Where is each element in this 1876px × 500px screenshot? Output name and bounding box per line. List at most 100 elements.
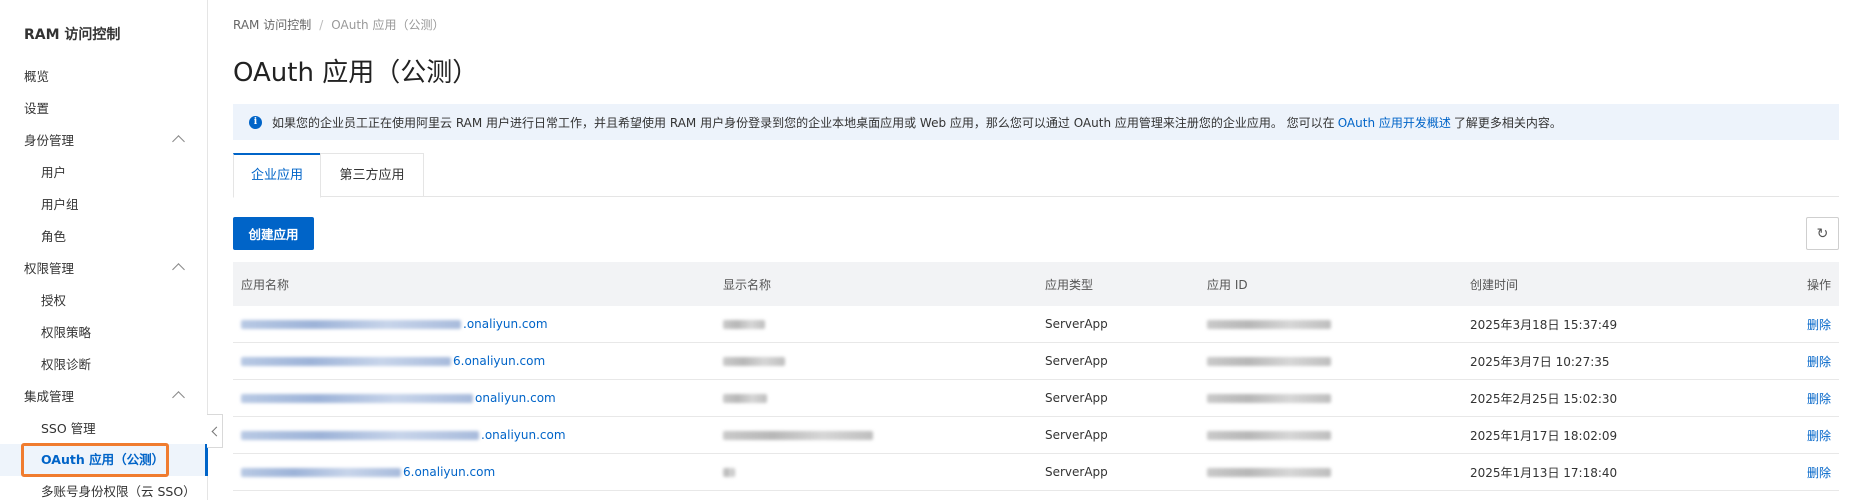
sidebar-group-identity[interactable]: 身份管理 (0, 125, 207, 157)
app-id (1207, 454, 1333, 490)
app-name-suffix: 6.onaliyun.com (403, 465, 496, 479)
chevron-up-icon (172, 135, 185, 148)
sidebar-item-sso[interactable]: SSO 管理 (0, 413, 207, 445)
redacted-text (241, 356, 451, 366)
sidebar-item-diagnosis[interactable]: 权限诊断 (0, 349, 207, 381)
chevron-up-icon (172, 263, 185, 276)
app-type: ServerApp (1045, 391, 1108, 405)
sidebar-item-policies[interactable]: 权限策略 (0, 317, 207, 349)
app-name-link[interactable]: .onaliyun.com (241, 306, 548, 342)
sidebar-group-permissions[interactable]: 权限管理 (0, 253, 207, 285)
table-row: .onaliyun.com ServerApp 2025年1月17日 18:02… (233, 417, 1839, 454)
sidebar-collapse-button[interactable] (207, 414, 223, 448)
app-name-link[interactable]: .onaliyun.com (241, 417, 566, 453)
sidebar-item-user-groups[interactable]: 用户组 (0, 189, 207, 221)
delete-link[interactable]: 删除 (1807, 343, 1831, 379)
display-name (723, 380, 769, 416)
tab-third-party-apps[interactable]: 第三方应用 (320, 153, 424, 197)
display-name (723, 306, 767, 342)
notice-doc-link[interactable]: OAuth 应用开发概述 (1338, 114, 1451, 131)
app-id (1207, 306, 1333, 342)
column-header-display-name: 显示名称 (723, 277, 772, 292)
sidebar-item-label: 概览 (24, 69, 50, 84)
app-type: ServerApp (1045, 428, 1108, 442)
sidebar-item-label: 权限诊断 (41, 357, 92, 372)
apps-table: 应用名称 显示名称 应用类型 应用 ID 创建时间 操作 .onaliyun.c… (233, 262, 1839, 491)
created-time: 2025年3月18日 15:37:49 (1470, 317, 1618, 332)
display-name (723, 454, 737, 490)
app-id (1207, 417, 1333, 453)
sidebar-item-label: 身份管理 (24, 133, 75, 148)
tab-bar: 企业应用 第三方应用 (233, 153, 1839, 198)
column-header-created-time: 创建时间 (1470, 277, 1519, 292)
sidebar-item-label: 权限策略 (41, 325, 92, 340)
redacted-text (1207, 430, 1331, 440)
created-time: 2025年1月17日 18:02:09 (1470, 428, 1618, 443)
table-header: 应用名称 显示名称 应用类型 应用 ID 创建时间 操作 (233, 262, 1839, 306)
redacted-text (241, 393, 473, 403)
create-app-button[interactable]: 创建应用 (233, 217, 314, 250)
sidebar-item-label: SSO 管理 (41, 421, 96, 436)
sidebar-item-users[interactable]: 用户 (0, 157, 207, 189)
redacted-text (1207, 356, 1331, 366)
redacted-text (723, 467, 735, 477)
sidebar-item-roles[interactable]: 角色 (0, 221, 207, 253)
sidebar-item-label: 权限管理 (24, 261, 75, 276)
display-name (723, 417, 875, 453)
delete-link[interactable]: 删除 (1807, 454, 1831, 490)
refresh-button[interactable]: ↻ (1806, 217, 1839, 250)
chevron-left-icon (211, 426, 222, 436)
sidebar-item-label: 角色 (41, 229, 67, 244)
sidebar-item-cloud-sso[interactable]: 多账号身份权限（云 SSO） (0, 476, 207, 500)
redacted-text (1207, 319, 1331, 329)
sidebar-item-settings[interactable]: 设置 (0, 93, 207, 125)
redacted-text (1207, 393, 1331, 403)
delete-link[interactable]: 删除 (1807, 417, 1831, 453)
notice-text: 如果您的企业员工正在使用阿里云 RAM 用户进行日常工作，并且希望使用 RAM … (272, 115, 1335, 130)
column-header-app-id: 应用 ID (1207, 277, 1248, 292)
app-name-suffix: onaliyun.com (475, 391, 556, 405)
sidebar-item-label: 多账号身份权限（云 SSO） (41, 484, 196, 499)
sidebar-group-integration[interactable]: 集成管理 (0, 381, 207, 413)
display-name (723, 343, 787, 379)
table-row: .onaliyun.com ServerApp 2025年3月18日 15:37… (233, 306, 1839, 343)
column-header-app-type: 应用类型 (1045, 277, 1094, 292)
redacted-text (723, 430, 873, 440)
app-id (1207, 343, 1333, 379)
app-id (1207, 380, 1333, 416)
app-name-link[interactable]: 6.onaliyun.com (241, 454, 495, 490)
sidebar-item-label: 用户组 (41, 197, 79, 212)
sidebar-item-oauth-apps[interactable]: OAuth 应用（公测） (0, 444, 208, 476)
tab-enterprise-apps[interactable]: 企业应用 (233, 153, 321, 198)
sidebar-item-overview[interactable]: 概览 (0, 61, 207, 93)
redacted-text (1207, 467, 1331, 477)
app-name-suffix: .onaliyun.com (481, 428, 566, 442)
delete-link[interactable]: 删除 (1807, 306, 1831, 342)
redacted-text (241, 467, 401, 477)
redacted-text (723, 393, 767, 403)
breadcrumb-separator: / (319, 18, 324, 32)
app-name-link[interactable]: onaliyun.com (241, 380, 556, 416)
redacted-text (241, 319, 461, 329)
refresh-icon: ↻ (1816, 225, 1829, 242)
main-content: RAM 访问控制 / OAuth 应用（公测） OAuth 应用（公测） i 如果您… (233, 0, 1853, 500)
created-time: 2025年3月7日 10:27:35 (1470, 354, 1610, 369)
breadcrumb-root[interactable]: RAM 访问控制 (233, 18, 311, 32)
app-type: ServerApp (1045, 465, 1108, 479)
sidebar-item-label: 设置 (24, 101, 50, 116)
app-name-link[interactable]: 6.onaliyun.com (241, 343, 545, 379)
delete-link[interactable]: 删除 (1807, 380, 1831, 416)
sidebar-item-grants[interactable]: 授权 (0, 285, 207, 317)
page-title: OAuth 应用（公测） (233, 58, 479, 88)
chevron-up-icon (172, 391, 185, 404)
table-row: onaliyun.com ServerApp 2025年2月25日 15:02:… (233, 380, 1839, 417)
breadcrumb-current: OAuth 应用（公测） (331, 18, 445, 32)
column-header-actions: 操作 (1806, 277, 1831, 292)
redacted-text (723, 356, 785, 366)
breadcrumb: RAM 访问控制 / OAuth 应用（公测） (233, 16, 444, 33)
table-row: 6.onaliyun.com ServerApp 2025年1月13日 17:1… (233, 454, 1839, 491)
app-name-suffix: .onaliyun.com (463, 317, 548, 331)
notice-text-after: 了解更多相关内容。 (1453, 115, 1562, 130)
info-icon: i (249, 115, 262, 129)
column-header-app-name: 应用名称 (241, 277, 290, 292)
